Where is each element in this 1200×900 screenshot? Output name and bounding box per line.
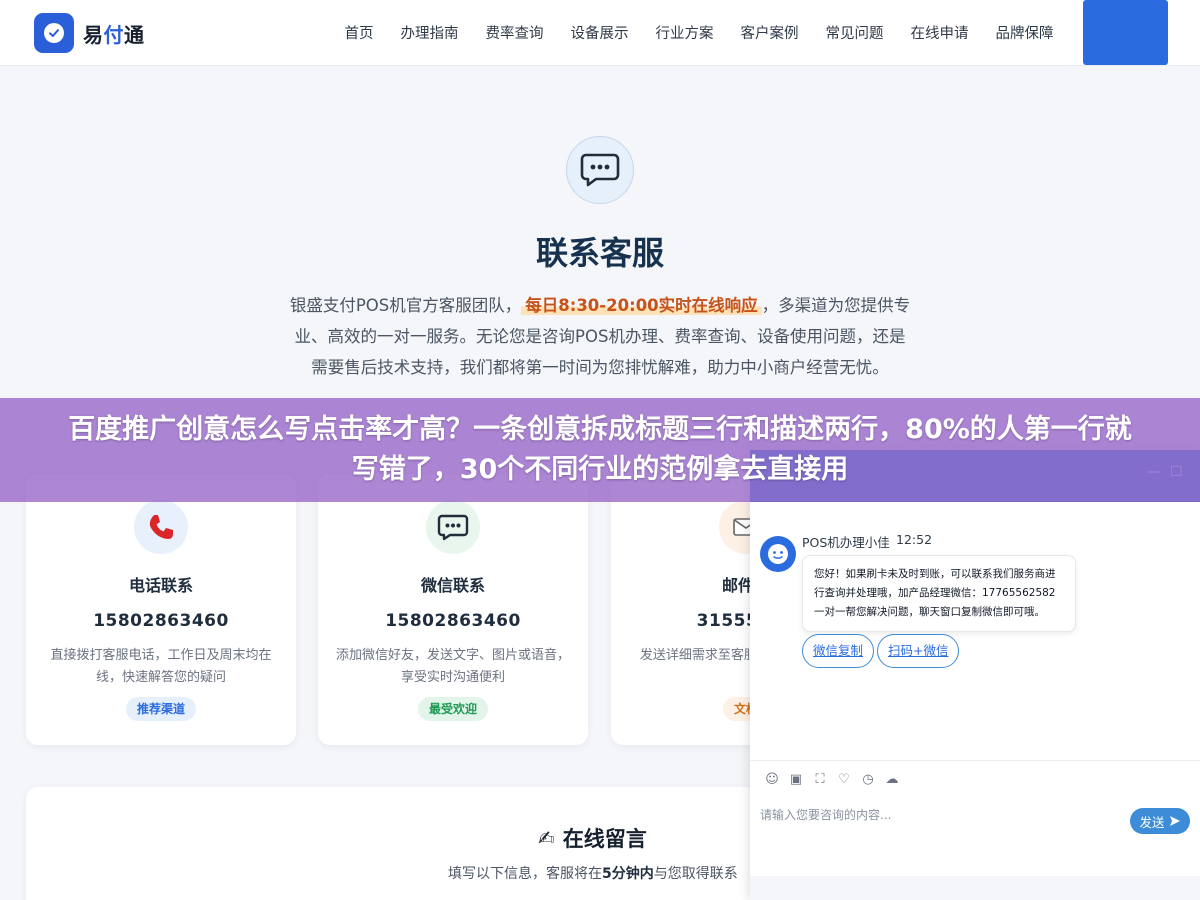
rating-icon[interactable]: ♡	[832, 768, 856, 792]
chat-widget: — ☐ POS机办理小佳 12:52 您好！如果刷卡未及时到账，可以联系我们服务…	[750, 450, 1200, 900]
chat-input-area: 发送	[750, 798, 1200, 876]
nav-guide[interactable]: 办理指南	[401, 22, 459, 43]
card-title: 电话联系	[128, 576, 193, 595]
nav-rates[interactable]: 费率查询	[486, 22, 544, 43]
nav-devices[interactable]: 设备展示	[571, 22, 629, 43]
wechat-icon	[426, 500, 480, 554]
chat-messages: POS机办理小佳 12:52 您好！如果刷卡未及时到账，可以联系我们服务商进行查…	[750, 502, 1200, 758]
nav-home[interactable]: 首页	[345, 22, 374, 43]
page-title: 联系客服	[535, 234, 664, 272]
message-time: 12:52	[896, 532, 933, 547]
emoji-icon[interactable]: ☺	[760, 768, 784, 792]
nav-faq[interactable]: 常见问题	[826, 22, 884, 43]
history-icon[interactable]: ◷	[856, 768, 880, 792]
send-button[interactable]: 发送	[1130, 808, 1190, 834]
nav-solutions[interactable]: 行业方案	[656, 22, 714, 43]
nav-cases[interactable]: 客户案例	[741, 22, 799, 43]
scan-wechat-button[interactable]: 扫码+微信	[877, 634, 960, 668]
main-nav: 首页 办理指南 费率查询 设备展示 行业方案 客户案例 常见问题 在线申请 品牌…	[331, 0, 1067, 64]
agent-message: 您好！如果刷卡未及时到账，可以联系我们服务商进行查询并处理哦，加产品经理微信：1…	[802, 555, 1076, 632]
logo-check-icon	[34, 13, 74, 53]
screenshot-icon[interactable]: ⛶	[808, 768, 832, 792]
phone-contact-card: 电话联系 15802863460 直接拨打客服电话，工作日及周末均在线，快速解答…	[26, 474, 296, 745]
nav-brand[interactable]: 品牌保障	[996, 22, 1054, 43]
service-hours-highlight: 每日8:30-20:00实时在线响应	[521, 296, 762, 315]
chat-message-input[interactable]	[760, 802, 1120, 828]
banner-text: 百度推广创意怎么写点击率才高？一条创意拆成标题三行和描述两行，80%的人第一行就…	[68, 414, 1132, 485]
card-tag: 最受欢迎	[417, 697, 489, 721]
phone-number[interactable]: 15802863460	[26, 611, 296, 631]
wechat-small-icon[interactable]: ☁	[880, 768, 904, 792]
site-logo[interactable]: 易付通	[34, 13, 145, 53]
phone-icon	[134, 500, 188, 554]
chat-footer	[750, 876, 1200, 900]
copy-wechat-button[interactable]: 微信复制	[802, 634, 875, 668]
pencil-icon: ✍	[538, 826, 555, 850]
promo-banner: 百度推广创意怎么写点击率才高？一条创意拆成标题三行和描述两行，80%的人第一行就…	[0, 398, 1200, 502]
hero-description: 银盛支付POS机官方客服团队， 每日8:30-20:00实时在线响应 ，多渠道为您提…	[289, 296, 911, 377]
wechat-contact-card: 微信联系 15802863460 添加微信好友，发送文字、图片或语音，享受实时沟…	[318, 474, 588, 745]
card-description: 添加微信好友，发送文字、图片或语音，享受实时沟通便利	[336, 648, 571, 685]
send-arrow-icon	[1169, 816, 1180, 826]
section-title: ✍ 在线留言	[538, 826, 647, 851]
agent-avatar	[760, 536, 796, 572]
nav-cta-button[interactable]	[1083, 0, 1168, 65]
agent-name: POS机办理小佳	[802, 535, 890, 550]
card-description: 直接拨打客服电话，工作日及周末均在线，快速解答您的疑问	[50, 648, 272, 685]
image-icon[interactable]: ▣	[784, 768, 808, 792]
site-header: 易付通 首页 办理指南 费率查询 设备展示 行业方案 客户案例 常见问题 在线申…	[0, 0, 1200, 66]
nav-apply[interactable]: 在线申请	[911, 22, 969, 43]
chat-bubble-icon	[566, 136, 634, 204]
section-subtitle: 填写以下信息，客服将在5分钟内与您取得联系	[448, 866, 738, 882]
card-tag: 推荐渠道	[125, 697, 197, 721]
chat-toolbar: ☺ ▣ ⛶ ♡ ◷ ☁	[750, 760, 1200, 798]
logo-text: 易付通	[83, 22, 145, 47]
wechat-number[interactable]: 15802863460	[318, 611, 588, 631]
card-title: 微信联系	[420, 576, 485, 595]
